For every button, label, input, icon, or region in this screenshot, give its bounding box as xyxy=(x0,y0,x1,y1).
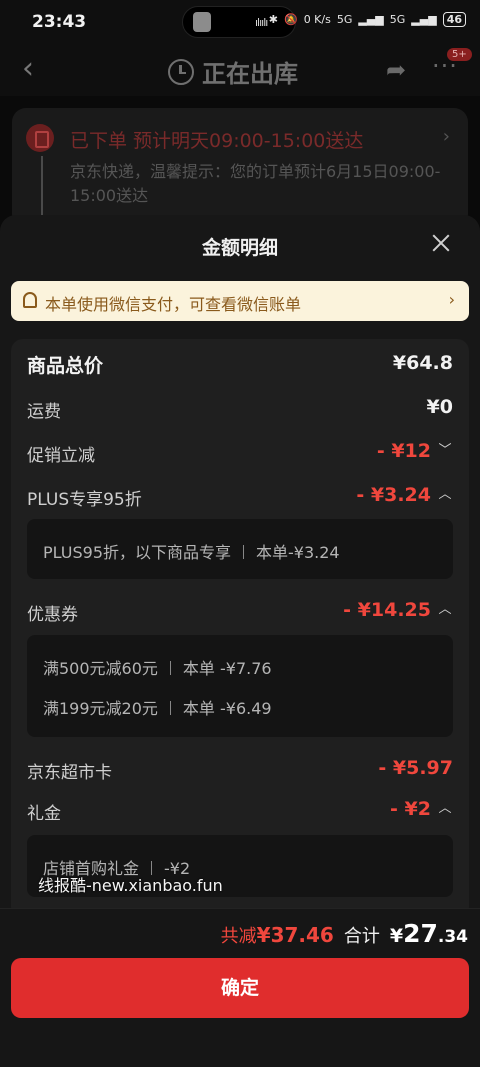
watermark: 线报酷-new.xianbao.fun xyxy=(38,876,223,895)
coupon-name: 满500元减60元 xyxy=(43,659,158,678)
mute-icon: 🔕 xyxy=(283,13,298,26)
coupon-name: 满199元减20元 xyxy=(43,699,158,718)
promo-label: 促销立减 xyxy=(27,446,95,466)
plus-detail-name: PLUS95折，以下商品专享 xyxy=(43,543,231,562)
goods-total-value: ¥64.8 xyxy=(392,352,453,374)
totals: 共减 ¥37.46 合计 ¥ 27 .34 xyxy=(221,919,468,948)
gift-label: 礼金 xyxy=(27,804,61,824)
coupon-label: 优惠券 xyxy=(27,605,78,625)
gift-value: - ¥2 xyxy=(390,798,431,820)
chevron-right-icon: › xyxy=(448,290,455,309)
notification-badge: 5+ xyxy=(447,48,472,61)
row-coupon[interactable]: 优惠券 - ¥14.25 ︿ xyxy=(27,598,453,626)
separator xyxy=(243,545,244,559)
chevron-up-icon[interactable]: ︿ xyxy=(437,485,453,505)
saved-value: ¥37.46 xyxy=(256,923,334,947)
notice-text: 本单使用微信支付，可查看微信账单 xyxy=(45,295,302,314)
order-eta: 预计明天09:00-15:00送达 xyxy=(133,130,364,152)
market-card-value: - ¥5.97 xyxy=(378,757,453,779)
order-status-heading: 已下单 预计明天09:00-15:00送达 xyxy=(70,126,363,153)
signal-bars-icon: ▂▄▆ xyxy=(358,13,384,26)
plus-detail-amount: 本单-¥3.24 xyxy=(256,543,340,562)
row-gift[interactable]: 礼金 - ¥2 ︿ xyxy=(27,797,453,825)
status-time: 23:43 xyxy=(32,12,87,32)
order-status-card[interactable]: 已下单 预计明天09:00-15:00送达 › 京东快递，温馨提示：您的订单预计6… xyxy=(12,108,468,228)
sheet-title: 金额明细 xyxy=(201,237,278,259)
shipping-label: 运费 xyxy=(27,402,61,422)
battery-icon: 46 xyxy=(442,12,466,27)
chevron-up-icon[interactable]: ︿ xyxy=(437,799,453,819)
coupon-amount: 本单 -¥7.76 xyxy=(182,659,272,678)
plus-label: PLUS专享95折 xyxy=(27,490,142,510)
title-wrap: 正在出库 xyxy=(168,54,298,89)
coupon-value: - ¥14.25 xyxy=(343,599,431,621)
chevron-up-icon[interactable]: ︿ xyxy=(437,600,453,620)
header: ‹ 正在出库 ➦ ··· 5+ xyxy=(0,44,480,96)
signal-bars-icon-2: ▂▄▆ xyxy=(411,13,437,26)
chevron-right-icon: › xyxy=(442,126,450,147)
shipping-value: ¥0 xyxy=(426,396,453,418)
back-icon[interactable]: ‹ xyxy=(22,54,52,84)
promo-value: - ¥12 xyxy=(376,440,431,462)
total-decimal: .34 xyxy=(437,927,468,947)
plus-detail-line: PLUS95折，以下商品专享 本单-¥3.24 xyxy=(43,539,340,563)
clock-icon xyxy=(168,58,194,85)
page-title: 正在出库 xyxy=(202,60,298,88)
total-label: 合计 xyxy=(343,926,380,947)
plus-value: - ¥3.24 xyxy=(356,484,431,506)
row-shipping: 运费 ¥0 xyxy=(27,395,453,423)
timeline-line xyxy=(41,156,43,220)
signal-5g-1: 5G xyxy=(336,13,353,26)
close-icon[interactable] xyxy=(430,232,452,254)
confirm-button[interactable]: 确定 xyxy=(11,958,469,1018)
bell-icon xyxy=(23,292,37,308)
row-market-card: 京东超市卡 - ¥5.97 xyxy=(27,756,453,784)
signal-5g-2: 5G xyxy=(389,13,406,26)
order-doc-icon xyxy=(26,124,54,152)
saved-label: 共减 xyxy=(220,926,257,947)
row-promo[interactable]: 促销立减 - ¥12 ﹀ xyxy=(27,439,453,467)
chevron-down-icon[interactable]: ﹀ xyxy=(437,441,453,461)
coupon-amount: 本单 -¥6.49 xyxy=(182,699,272,718)
plus-detail-box: PLUS95折，以下商品专享 本单-¥3.24 xyxy=(27,519,453,579)
row-goods-total: 商品总价 ¥64.8 xyxy=(27,351,453,379)
coupon-detail-line: 满199元减20元 本单 -¥6.49 xyxy=(43,695,272,719)
app-thumbnail-icon xyxy=(193,12,211,32)
bluetooth-icon: ✱ xyxy=(268,13,278,26)
order-description: 京东快递，温馨提示：您的订单预计6月15日09:00-15:00送达 xyxy=(70,162,441,205)
order-status: 已下单 xyxy=(70,130,128,152)
status-bar: 23:43 ılıılı ✱ 🔕 0 K/s 5G ▂▄▆ 5G ▂▄▆ 46 xyxy=(0,0,480,44)
separator xyxy=(169,661,171,675)
market-card-label: 京东超市卡 xyxy=(27,763,112,783)
total-currency: ¥ xyxy=(389,925,404,947)
status-icons: ✱ 🔕 0 K/s 5G ▂▄▆ 5G ▂▄▆ 46 xyxy=(269,12,466,27)
coupon-detail-line: 满500元减60元 本单 -¥7.76 xyxy=(43,655,272,679)
wechat-pay-notice[interactable]: 本单使用微信支付，可查看微信账单 › xyxy=(11,281,469,321)
share-icon[interactable]: ➦ xyxy=(386,56,416,84)
row-plus[interactable]: PLUS专享95折 - ¥3.24 ︿ xyxy=(27,483,453,511)
amount-detail-card: 商品总价 ¥64.8 运费 ¥0 促销立减 - ¥12 ﹀ PLUS专享95折 … xyxy=(11,339,469,919)
goods-total-label: 商品总价 xyxy=(27,355,104,377)
coupon-detail-box: 满500元减60元 本单 -¥7.76 满199元减20元 本单 -¥6.49 xyxy=(27,635,453,737)
network-speed: 0 K/s xyxy=(303,13,331,26)
separator xyxy=(169,701,171,715)
bottom-bar: 共减 ¥37.46 合计 ¥ 27 .34 确定 xyxy=(0,908,480,1067)
total-integer: 27 xyxy=(403,919,438,948)
